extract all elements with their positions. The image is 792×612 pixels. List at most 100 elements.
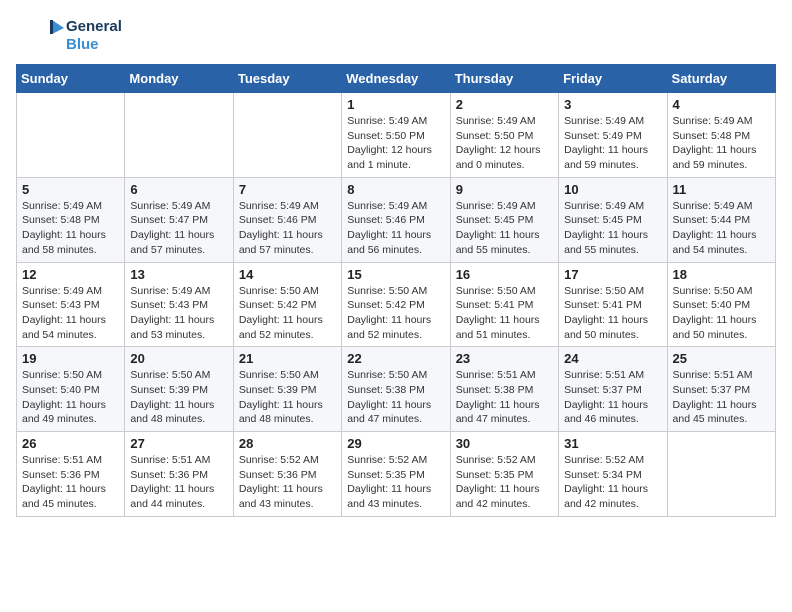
day-number: 7 <box>239 182 336 197</box>
day-content: Sunrise: 5:49 AM Sunset: 5:43 PM Dayligh… <box>130 284 227 343</box>
calendar-week-3: 12 Sunrise: 5:49 AM Sunset: 5:43 PM Dayli… <box>17 262 776 347</box>
day-content: Sunrise: 5:50 AM Sunset: 5:40 PM Dayligh… <box>673 284 770 343</box>
calendar-cell <box>17 93 125 178</box>
calendar-cell <box>233 93 341 178</box>
day-content: Sunrise: 5:51 AM Sunset: 5:36 PM Dayligh… <box>130 453 227 512</box>
day-content: Sunrise: 5:50 AM Sunset: 5:42 PM Dayligh… <box>347 284 444 343</box>
calendar-week-2: 5 Sunrise: 5:49 AM Sunset: 5:48 PM Daylig… <box>17 177 776 262</box>
day-content: Sunrise: 5:50 AM Sunset: 5:39 PM Dayligh… <box>239 368 336 427</box>
calendar-cell: 4 Sunrise: 5:49 AM Sunset: 5:48 PM Daylig… <box>667 93 775 178</box>
logo-general: General <box>66 18 122 36</box>
day-content: Sunrise: 5:50 AM Sunset: 5:40 PM Dayligh… <box>22 368 119 427</box>
header-wednesday: Wednesday <box>342 65 450 93</box>
day-number: 10 <box>564 182 661 197</box>
calendar-week-5: 26Sunrise: 5:51 AM Sunset: 5:36 PM Dayli… <box>17 432 776 517</box>
header-tuesday: Tuesday <box>233 65 341 93</box>
calendar-week-1: 1 Sunrise: 5:49 AM Sunset: 5:50 PM Daylig… <box>17 93 776 178</box>
header-saturday: Saturday <box>667 65 775 93</box>
day-number: 5 <box>22 182 119 197</box>
logo: GeneralBlue <box>16 16 122 56</box>
day-number: 23 <box>456 351 553 366</box>
calendar-cell: 25Sunrise: 5:51 AM Sunset: 5:37 PM Dayli… <box>667 347 775 432</box>
day-number: 27 <box>130 436 227 451</box>
day-content: Sunrise: 5:50 AM Sunset: 5:41 PM Dayligh… <box>456 284 553 343</box>
day-content: Sunrise: 5:49 AM Sunset: 5:43 PM Dayligh… <box>22 284 119 343</box>
calendar-cell: 18Sunrise: 5:50 AM Sunset: 5:40 PM Dayli… <box>667 262 775 347</box>
calendar-week-4: 19 Sunrise: 5:50 AM Sunset: 5:40 PM Dayli… <box>17 347 776 432</box>
day-content: Sunrise: 5:50 AM Sunset: 5:41 PM Dayligh… <box>564 284 661 343</box>
calendar-cell: 27 Sunrise: 5:51 AM Sunset: 5:36 PM Dayli… <box>125 432 233 517</box>
day-content: Sunrise: 5:49 AM Sunset: 5:50 PM Dayligh… <box>347 114 444 173</box>
day-content: Sunrise: 5:50 AM Sunset: 5:42 PM Dayligh… <box>239 284 336 343</box>
day-content: Sunrise: 5:49 AM Sunset: 5:48 PM Dayligh… <box>673 114 770 173</box>
calendar-cell: 26Sunrise: 5:51 AM Sunset: 5:36 PM Dayli… <box>17 432 125 517</box>
day-content: Sunrise: 5:51 AM Sunset: 5:38 PM Dayligh… <box>456 368 553 427</box>
day-number: 24 <box>564 351 661 366</box>
day-number: 1 <box>347 97 444 112</box>
day-number: 3 <box>564 97 661 112</box>
day-number: 29 <box>347 436 444 451</box>
day-number: 9 <box>456 182 553 197</box>
day-content: Sunrise: 5:49 AM Sunset: 5:47 PM Dayligh… <box>130 199 227 258</box>
page-header: GeneralBlue <box>16 16 776 56</box>
day-number: 22 <box>347 351 444 366</box>
day-content: Sunrise: 5:52 AM Sunset: 5:34 PM Dayligh… <box>564 453 661 512</box>
calendar-cell: 21 Sunrise: 5:50 AM Sunset: 5:39 PM Dayli… <box>233 347 341 432</box>
day-content: Sunrise: 5:50 AM Sunset: 5:38 PM Dayligh… <box>347 368 444 427</box>
day-number: 21 <box>239 351 336 366</box>
calendar-cell: 31Sunrise: 5:52 AM Sunset: 5:34 PM Dayli… <box>559 432 667 517</box>
header-sunday: Sunday <box>17 65 125 93</box>
day-number: 4 <box>673 97 770 112</box>
day-content: Sunrise: 5:50 AM Sunset: 5:39 PM Dayligh… <box>130 368 227 427</box>
calendar-cell: 10 Sunrise: 5:49 AM Sunset: 5:45 PM Dayli… <box>559 177 667 262</box>
calendar-cell: 2 Sunrise: 5:49 AM Sunset: 5:50 PM Daylig… <box>450 93 558 178</box>
day-content: Sunrise: 5:49 AM Sunset: 5:44 PM Dayligh… <box>673 199 770 258</box>
day-content: Sunrise: 5:49 AM Sunset: 5:49 PM Dayligh… <box>564 114 661 173</box>
calendar-cell: 7 Sunrise: 5:49 AM Sunset: 5:46 PM Daylig… <box>233 177 341 262</box>
calendar-cell: 3 Sunrise: 5:49 AM Sunset: 5:49 PM Daylig… <box>559 93 667 178</box>
calendar-cell: 5 Sunrise: 5:49 AM Sunset: 5:48 PM Daylig… <box>17 177 125 262</box>
calendar-cell: 6 Sunrise: 5:49 AM Sunset: 5:47 PM Daylig… <box>125 177 233 262</box>
day-number: 2 <box>456 97 553 112</box>
calendar-cell: 22 Sunrise: 5:50 AM Sunset: 5:38 PM Dayli… <box>342 347 450 432</box>
header-friday: Friday <box>559 65 667 93</box>
day-content: Sunrise: 5:52 AM Sunset: 5:35 PM Dayligh… <box>347 453 444 512</box>
calendar-cell: 28Sunrise: 5:52 AM Sunset: 5:36 PM Dayli… <box>233 432 341 517</box>
day-number: 17 <box>564 267 661 282</box>
calendar-cell: 29 Sunrise: 5:52 AM Sunset: 5:35 PM Dayli… <box>342 432 450 517</box>
day-content: Sunrise: 5:51 AM Sunset: 5:37 PM Dayligh… <box>673 368 770 427</box>
day-content: Sunrise: 5:49 AM Sunset: 5:45 PM Dayligh… <box>456 199 553 258</box>
day-number: 12 <box>22 267 119 282</box>
logo-svg <box>16 16 66 56</box>
day-number: 13 <box>130 267 227 282</box>
calendar-cell: 24 Sunrise: 5:51 AM Sunset: 5:37 PM Dayli… <box>559 347 667 432</box>
calendar-cell: 9 Sunrise: 5:49 AM Sunset: 5:45 PM Daylig… <box>450 177 558 262</box>
calendar-cell <box>125 93 233 178</box>
day-content: Sunrise: 5:49 AM Sunset: 5:48 PM Dayligh… <box>22 199 119 258</box>
calendar-cell: 23 Sunrise: 5:51 AM Sunset: 5:38 PM Dayli… <box>450 347 558 432</box>
calendar-cell: 15 Sunrise: 5:50 AM Sunset: 5:42 PM Dayli… <box>342 262 450 347</box>
day-content: Sunrise: 5:51 AM Sunset: 5:36 PM Dayligh… <box>22 453 119 512</box>
day-content: Sunrise: 5:49 AM Sunset: 5:50 PM Dayligh… <box>456 114 553 173</box>
day-number: 19 <box>22 351 119 366</box>
calendar-cell: 13 Sunrise: 5:49 AM Sunset: 5:43 PM Dayli… <box>125 262 233 347</box>
day-content: Sunrise: 5:51 AM Sunset: 5:37 PM Dayligh… <box>564 368 661 427</box>
calendar-header-row: SundayMondayTuesdayWednesdayThursdayFrid… <box>17 65 776 93</box>
calendar-cell <box>667 432 775 517</box>
calendar-cell: 16Sunrise: 5:50 AM Sunset: 5:41 PM Dayli… <box>450 262 558 347</box>
day-number: 11 <box>673 182 770 197</box>
calendar-cell: 14 Sunrise: 5:50 AM Sunset: 5:42 PM Dayli… <box>233 262 341 347</box>
day-content: Sunrise: 5:49 AM Sunset: 5:45 PM Dayligh… <box>564 199 661 258</box>
day-number: 6 <box>130 182 227 197</box>
day-content: Sunrise: 5:49 AM Sunset: 5:46 PM Dayligh… <box>347 199 444 258</box>
calendar-cell: 1 Sunrise: 5:49 AM Sunset: 5:50 PM Daylig… <box>342 93 450 178</box>
day-content: Sunrise: 5:52 AM Sunset: 5:35 PM Dayligh… <box>456 453 553 512</box>
day-number: 15 <box>347 267 444 282</box>
header-thursday: Thursday <box>450 65 558 93</box>
calendar-cell: 30Sunrise: 5:52 AM Sunset: 5:35 PM Dayli… <box>450 432 558 517</box>
calendar-cell: 8Sunrise: 5:49 AM Sunset: 5:46 PM Daylig… <box>342 177 450 262</box>
calendar-cell: 19 Sunrise: 5:50 AM Sunset: 5:40 PM Dayli… <box>17 347 125 432</box>
day-content: Sunrise: 5:49 AM Sunset: 5:46 PM Dayligh… <box>239 199 336 258</box>
day-number: 14 <box>239 267 336 282</box>
day-content: Sunrise: 5:52 AM Sunset: 5:36 PM Dayligh… <box>239 453 336 512</box>
